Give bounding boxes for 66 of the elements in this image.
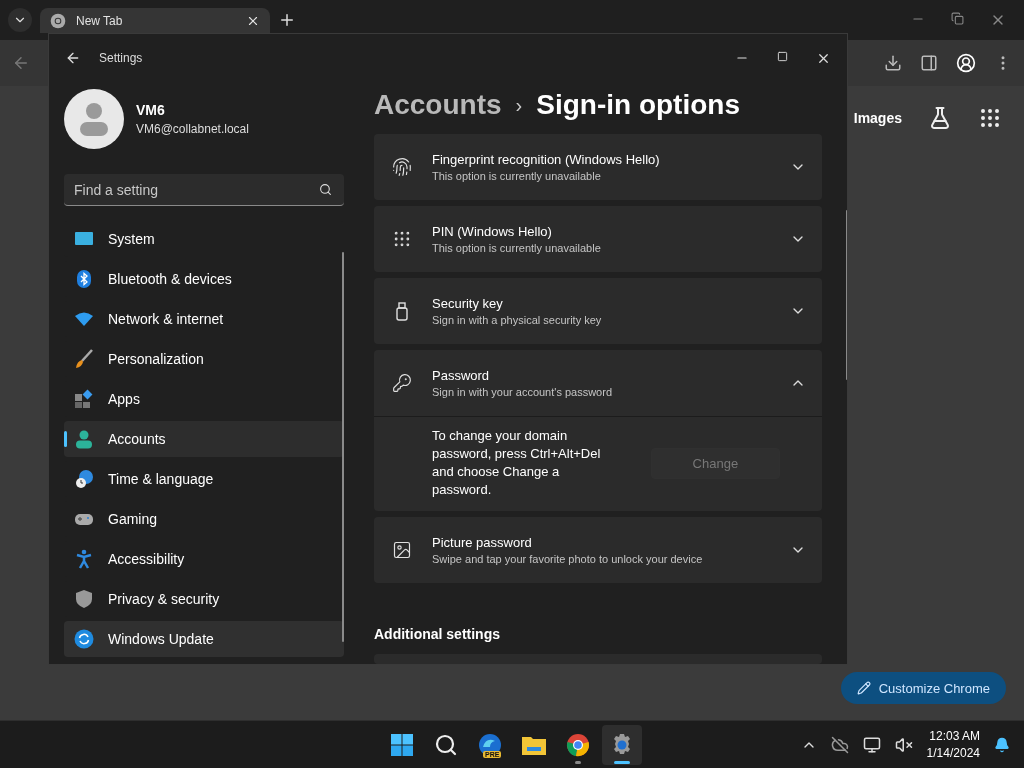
search-icon — [434, 733, 458, 757]
download-icon[interactable] — [884, 54, 902, 72]
pencil-icon — [856, 681, 871, 695]
option-title: Picture password — [432, 535, 533, 550]
keypad-icon — [392, 229, 412, 249]
selection-indicator — [64, 431, 67, 447]
user-name: VM6 — [136, 102, 166, 118]
restore-icon[interactable] — [951, 12, 964, 25]
key-icon — [392, 373, 412, 393]
option-subtitle: This option is currently unavailable — [432, 242, 602, 254]
apps-icon — [74, 389, 94, 409]
bluetooth-icon — [74, 269, 94, 289]
option-title: Password — [432, 368, 491, 383]
side-panel-icon[interactable] — [920, 54, 938, 72]
option-header[interactable]: Password Sign in with your account's password — [374, 350, 822, 416]
option-header[interactable]: Security key Sign in with a physical security key — [374, 278, 822, 344]
customize-chrome-button[interactable]: Customize Chrome — [840, 672, 1006, 704]
images-link[interactable]: Images — [853, 110, 902, 126]
nav-item[interactable]: Accounts — [64, 421, 344, 457]
back-icon[interactable] — [65, 50, 81, 66]
sync-icon — [74, 629, 94, 649]
globe-clock-icon — [74, 469, 94, 489]
clock[interactable]: 12:03 AM 1/14/2024 — [926, 729, 980, 760]
profile-icon[interactable] — [956, 53, 976, 73]
chrome-logo-icon — [50, 12, 66, 29]
new-tab-icon[interactable] — [278, 11, 296, 29]
windows-logo-icon — [390, 733, 414, 757]
option-subtitle: Sign in with your account's password — [432, 386, 614, 398]
shield-icon — [74, 589, 94, 609]
cloud-off-icon[interactable] — [830, 735, 849, 754]
option-header[interactable]: PIN (Windows Hello) This option is currently unavailable — [374, 206, 822, 272]
option-subtitle: This option is currently unavailable — [432, 170, 602, 182]
person-silhouette-icon — [79, 102, 109, 136]
option-header[interactable]: Picture password Swipe and tap your favorite photo to unlock your device — [374, 517, 822, 583]
network-icon[interactable] — [862, 735, 881, 754]
search-field[interactable]: Find a setting — [64, 174, 344, 206]
maximize-icon[interactable] — [777, 50, 788, 62]
option-header[interactable]: Fingerprint recognition (Windows Hello) This option is currently unavailable — [374, 134, 822, 200]
section-heading: Additional settings — [374, 626, 501, 642]
option-detail: To change your domain password, press Ctrl+Alt+Del and choose Change a password. — [432, 427, 602, 499]
brush-icon — [74, 349, 94, 369]
apps-grid-icon[interactable] — [978, 106, 1002, 130]
fingerprint-icon — [392, 157, 412, 177]
page-title: Sign-in options — [536, 89, 740, 121]
breadcrumb-link[interactable]: Accounts — [374, 89, 502, 121]
option-title: PIN (Windows Hello) — [432, 224, 553, 239]
option-title: Security key — [432, 296, 504, 311]
mute-icon[interactable] — [894, 735, 913, 754]
tab-search-button[interactable] — [8, 8, 32, 32]
option-title: Fingerprint recognition (Windows Hello) — [432, 152, 661, 167]
flask-icon[interactable] — [928, 106, 952, 130]
user-email: VM6@collabnet.local — [136, 122, 249, 136]
folder-icon — [521, 734, 547, 756]
search-icon — [319, 183, 332, 196]
image-icon — [392, 540, 412, 560]
taskbar-app[interactable] — [602, 725, 642, 765]
chrome-logo-icon — [566, 733, 590, 757]
person-icon — [74, 429, 94, 449]
accessibility-icon — [74, 549, 94, 569]
browser-tab[interactable]: New Tab — [40, 8, 270, 33]
nav-item[interactable]: Windows Update — [64, 621, 344, 657]
window-title: Settings — [99, 51, 143, 65]
option-subtitle: Swipe and tap your favorite photo to unlock your device — [432, 553, 704, 565]
option-subtitle: Sign in with a physical security key — [432, 314, 603, 326]
bell-icon[interactable] — [994, 736, 1010, 753]
breadcrumb-separator: › — [515, 93, 523, 117]
